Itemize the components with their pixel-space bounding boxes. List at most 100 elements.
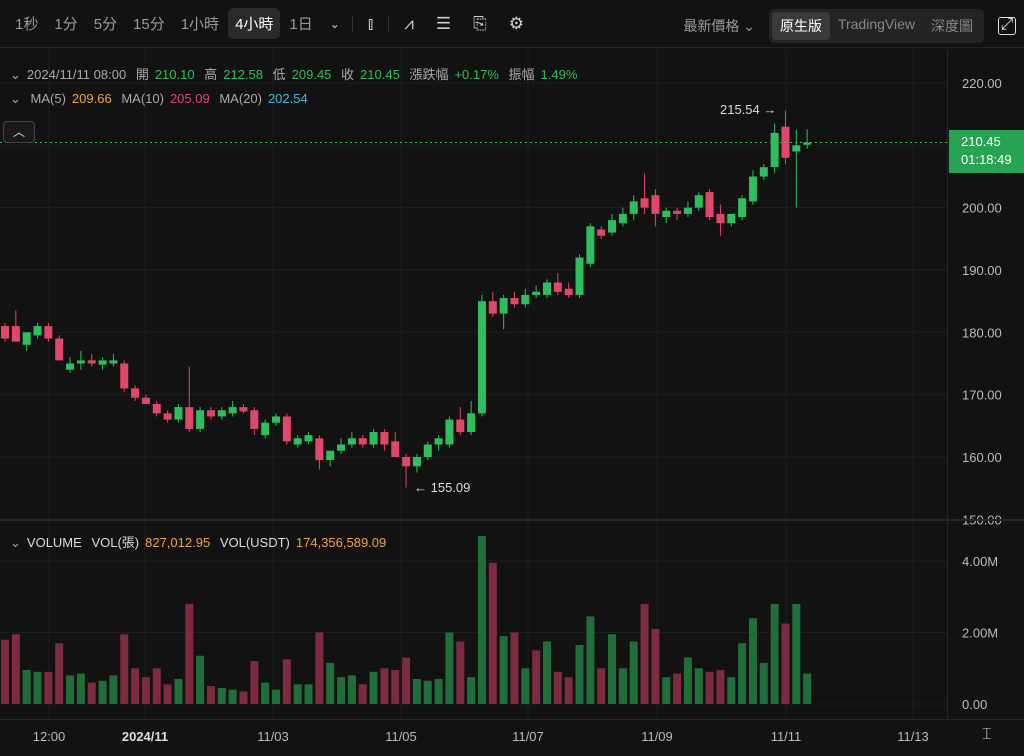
candle-body: [423, 444, 432, 457]
candle-body: [272, 416, 280, 423]
volume-bar: [716, 670, 725, 704]
top-space: [0, 48, 948, 50]
ma-legend: ⌄ MA(5) 209.66 MA(10) 205.09 MA(20) 202.54: [10, 91, 314, 107]
ohlc-legend: ⌄ 2024/11/11 08:00 開 210.10 高 212.58 低 209.4…: [10, 64, 583, 83]
volume-bar: [358, 684, 367, 704]
volume-bar: [282, 659, 291, 704]
candle-body: [55, 338, 64, 361]
volume-bar: [326, 662, 335, 704]
high-marker: 215.54 →: [720, 102, 777, 117]
time-tick-label: 11/09: [641, 729, 673, 744]
candle-body: [532, 291, 541, 295]
candle-body: [477, 301, 486, 414]
volume-bar: [66, 675, 75, 704]
timeframe-1m[interactable]: 1分: [47, 8, 84, 39]
timeframe-1s[interactable]: 1秒: [8, 8, 45, 39]
volume-legend: ⌄ VOLUME VOL(張) 827,012.95 VOL(USDT) 174,35…: [10, 532, 392, 551]
chevron-down-icon[interactable]: ⌄: [10, 91, 21, 106]
volume-bar: [467, 677, 476, 704]
candlestick-chart[interactable]: 220.00210.00200.00190.00180.00170.00160.…: [0, 0, 1024, 756]
candle-body: [673, 210, 682, 214]
drawing-list-icon[interactable]: ☰: [436, 14, 451, 34]
volume-bar: [98, 680, 107, 704]
export-icon[interactable]: ⎘: [473, 14, 487, 34]
candle-body: [488, 301, 497, 314]
divider: [351, 15, 353, 32]
candle-body: [250, 410, 259, 429]
candle-body: [651, 195, 660, 214]
volume-bar: [206, 686, 215, 704]
toolbar: 1秒 1分 5分 15分 1小時 4小時 1日 ⌄ ⫾ ⩘ ☰ ⎘ ⚙ 最新價格…: [0, 0, 1024, 48]
volume-bar: [22, 670, 31, 704]
collapse-legend-button[interactable]: ︿: [3, 121, 35, 143]
volume-bar: [87, 682, 96, 704]
price-type-label: 最新價格: [683, 18, 740, 34]
volume-bar: [120, 634, 129, 704]
volume-bar: [293, 684, 302, 704]
chevron-down-icon[interactable]: ⌄: [330, 17, 340, 31]
pane-divider: [0, 519, 1024, 521]
volume-tick-label: 0.00: [962, 697, 987, 712]
time-tick-label: 11/07: [512, 729, 544, 744]
candle-body: [510, 298, 519, 305]
volume-bar: [434, 678, 443, 704]
candle-body: [705, 192, 714, 218]
volume-bar: [532, 650, 541, 704]
volume-bar: [727, 677, 736, 704]
ma5-value: 209.66: [71, 91, 112, 106]
timeframe-15m[interactable]: 15分: [126, 8, 172, 39]
volume-bar: [347, 675, 356, 704]
volume-bar: [76, 673, 85, 704]
chevron-down-icon[interactable]: ⌄: [10, 67, 21, 82]
timeframe-1d[interactable]: 1日: [282, 8, 319, 39]
view-depth[interactable]: 深度圖: [923, 12, 981, 40]
divider: [388, 15, 390, 32]
indicators-icon[interactable]: ⩘: [404, 14, 414, 34]
volume-bar: [250, 661, 259, 704]
volume-bar: [163, 684, 172, 704]
view-tradingview[interactable]: TradingView: [830, 12, 923, 40]
volume-bar: [261, 682, 270, 704]
ma20-value: 202.54: [267, 91, 308, 106]
candle-body: [553, 282, 562, 292]
volume-bar: [141, 677, 150, 704]
volume-bar: [748, 618, 757, 704]
auto-scale-icon[interactable]: ⌶: [982, 726, 992, 744]
candle-body: [347, 438, 356, 445]
candle-body: [792, 145, 801, 152]
last-price-label: 210.45 01:18:49: [949, 130, 1024, 173]
chevron-down-icon[interactable]: ⌄: [10, 535, 21, 550]
timeframe-5m[interactable]: 5分: [87, 8, 124, 39]
high-value: 212.58: [223, 67, 263, 82]
candle-type-icon[interactable]: ⫾: [368, 14, 373, 34]
open-value: 210.10: [154, 67, 195, 82]
close-label: 收: [341, 67, 355, 82]
candle-body: [629, 201, 638, 214]
volume-bar: [759, 662, 768, 704]
volume-bar: [228, 689, 237, 704]
price-tick-label: 220.00: [962, 76, 1002, 91]
gear-icon[interactable]: ⚙: [509, 14, 524, 34]
view-native[interactable]: 原生版: [771, 12, 830, 40]
price-type-select[interactable]: 最新價格 ⌄: [683, 16, 755, 36]
candle-body: [402, 456, 411, 467]
volume-bar: [597, 668, 606, 704]
volume-bar: [272, 689, 280, 704]
fullscreen-icon[interactable]: ⤢: [998, 17, 1016, 35]
vol-value: 827,012.95: [145, 535, 211, 550]
candle-body: [564, 288, 573, 295]
vol-usdt-value: 174,356,589.09: [295, 535, 387, 550]
candle-body: [803, 142, 812, 145]
candle-body: [521, 294, 530, 305]
volume-bar: [1, 639, 9, 704]
volume-bar: [109, 675, 118, 704]
timeframe-4h[interactable]: 4小時: [228, 8, 281, 39]
timeframe-1h[interactable]: 1小時: [174, 8, 226, 39]
low-marker-value: 155.09: [430, 480, 471, 495]
low-marker: ← 155.09: [414, 480, 471, 495]
candle-body: [98, 360, 107, 365]
volume-bar: [131, 668, 140, 704]
candle-body: [326, 450, 335, 461]
volume-bar: [488, 562, 497, 704]
time-tick-label: 11/05: [385, 729, 417, 744]
